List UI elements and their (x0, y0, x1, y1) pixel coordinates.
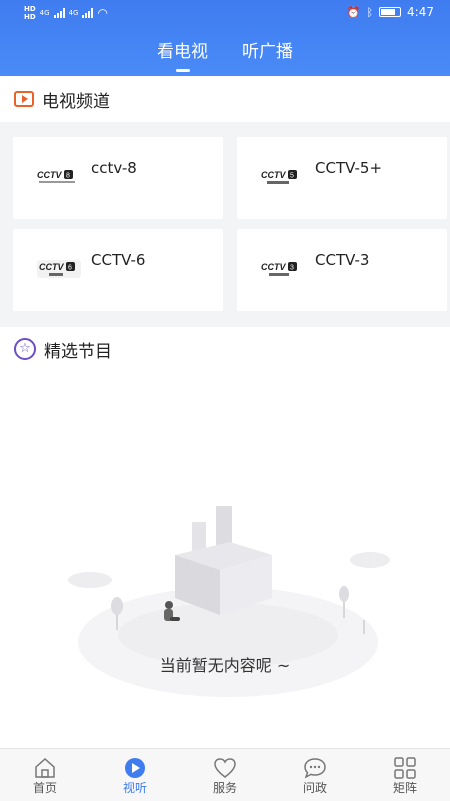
tv-play-icon (14, 91, 34, 107)
svg-text:CCTV: CCTV (261, 170, 286, 180)
tv-section-title: 电视频道 (42, 91, 110, 112)
signal-icon (82, 8, 94, 18)
channel-name: CCTV-3 (315, 251, 370, 269)
bluetooth-icon: ᛒ (366, 5, 374, 19)
svg-text:8: 8 (66, 173, 70, 180)
clock: 4:47 (407, 5, 434, 19)
channel-card-cctv5plus[interactable]: CCTV 5 CCTV-5+ (237, 137, 447, 219)
nav-label: 首页 (32, 781, 57, 795)
channel-name: cctv-8 (91, 159, 137, 177)
cctv-logo-icon: CCTV 6 (37, 260, 81, 278)
channel-name: CCTV-5+ (315, 159, 383, 177)
chat-icon (304, 758, 326, 779)
svg-text:CCTV: CCTV (261, 262, 286, 272)
cctv-logo-icon: CCTV 8 (37, 170, 75, 183)
battery-icon (379, 7, 402, 17)
nav-label: 视听 (122, 781, 147, 795)
play-icon (125, 758, 145, 778)
tab-radio[interactable]: 听广播 (238, 40, 297, 76)
channel-card-cctv8[interactable]: CCTV 8 cctv-8 (13, 137, 223, 219)
nav-label: 服务 (212, 781, 237, 795)
svg-text:5: 5 (290, 173, 294, 180)
channel-name: CCTV-6 (91, 251, 146, 269)
nav-item-av[interactable]: 视听 (90, 749, 180, 801)
signal-icon (53, 8, 65, 18)
featured-section-title: 精选节目 (44, 341, 112, 362)
home-icon (35, 757, 55, 778)
network-type: 4G (68, 9, 79, 17)
cctv-logo-icon: CCTV 3 (261, 262, 297, 276)
empty-state (0, 370, 450, 748)
channel-card-cctv6[interactable]: CCTV 6 CCTV-6 (13, 229, 223, 311)
svg-text:CCTV: CCTV (37, 170, 62, 180)
app-header: HD HD 4G 4G ◠ ⏰ ᛒ 4:47 看电视 听广播 (0, 0, 450, 76)
grid-icon (394, 757, 416, 779)
svg-text:3: 3 (290, 265, 294, 272)
featured-section-header: ☆ 精选节目 (0, 327, 450, 371)
svg-text:CCTV: CCTV (39, 262, 64, 272)
heart-icon (214, 758, 236, 778)
header-tabs: 看电视 听广播 (0, 40, 450, 76)
tab-watch-tv[interactable]: 看电视 (153, 40, 212, 76)
svg-text:6: 6 (68, 265, 72, 272)
tv-section-header: 电视频道 (0, 76, 450, 122)
nav-item-matrix[interactable]: 矩阵 (360, 749, 450, 801)
nav-label: 问政 (302, 781, 327, 795)
alarm-icon: ⏰ (346, 5, 361, 19)
wifi-icon: ◠ (97, 6, 108, 20)
nav-label: 矩阵 (392, 781, 417, 795)
hd-badge: HD (24, 5, 36, 13)
empty-message: 当前暂无内容呢 ~ (159, 656, 291, 675)
network-type: 4G (39, 9, 50, 17)
status-bar: HD HD 4G 4G ◠ ⏰ ᛒ 4:47 (0, 0, 450, 26)
hd-badge: HD (24, 13, 36, 21)
nav-item-home[interactable]: 首页 (0, 749, 90, 801)
star-icon: ☆ (14, 338, 36, 360)
channel-card-cctv3[interactable]: CCTV 3 CCTV-3 (237, 229, 447, 311)
bottom-nav: 首页 视听 服务 问政 矩阵 (0, 748, 450, 801)
cctv-logo-icon: CCTV 5 (261, 170, 297, 184)
nav-item-service[interactable]: 服务 (180, 749, 270, 801)
nav-item-politics[interactable]: 问政 (270, 749, 360, 801)
